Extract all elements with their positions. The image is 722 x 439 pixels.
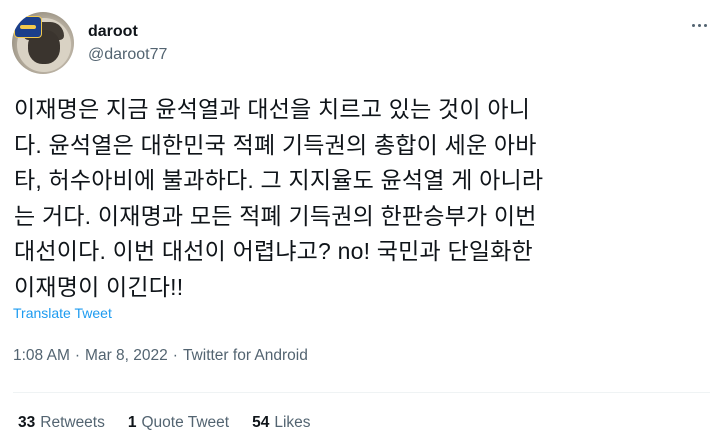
translate-tweet-link[interactable]: Translate Tweet <box>13 305 112 321</box>
tweet-card: daroot @daroot77 이재명은 지금 윤석열과 대선을 치르고 있는… <box>0 0 722 439</box>
author-display-name[interactable]: daroot <box>88 22 167 42</box>
tweet-time[interactable]: 1:08 AM <box>13 347 70 365</box>
more-options-icon[interactable] <box>686 12 712 38</box>
tweet-meta: 1:08 AM · Mar 8, 2022 · Twitter for Andr… <box>13 347 308 365</box>
meta-separator: · <box>172 347 178 364</box>
tweet-header: daroot @daroot77 <box>12 12 167 74</box>
quotes-count: 1 <box>127 414 137 431</box>
likes-count: 54 <box>252 414 270 431</box>
retweets-count: 33 <box>18 414 36 431</box>
avatar[interactable] <box>12 12 74 74</box>
tweet-source[interactable]: Twitter for Android <box>183 347 308 365</box>
meta-separator: · <box>74 347 81 364</box>
tweet-stats: 33 Retweets 1 Quote Tweet 54 Likes <box>18 414 334 432</box>
retweets-label: Retweets <box>40 414 105 431</box>
author-names: daroot @daroot77 <box>88 22 167 65</box>
author-handle[interactable]: @daroot77 <box>88 45 167 65</box>
retweets-stat[interactable]: 33 Retweets <box>18 414 105 432</box>
avatar-badge <box>14 16 42 38</box>
quotes-label: Quote Tweet <box>141 414 230 431</box>
likes-label: Likes <box>274 414 311 431</box>
quote-tweets-stat[interactable]: 1 Quote Tweet <box>128 414 229 432</box>
tweet-text: 이재명은 지금 윤석열과 대선을 치르고 있는 것이 아니 다. 윤석열은 대한… <box>14 96 544 300</box>
likes-stat[interactable]: 54 Likes <box>252 414 310 432</box>
tweet-date[interactable]: Mar 8, 2022 <box>85 347 168 365</box>
divider <box>13 392 710 393</box>
